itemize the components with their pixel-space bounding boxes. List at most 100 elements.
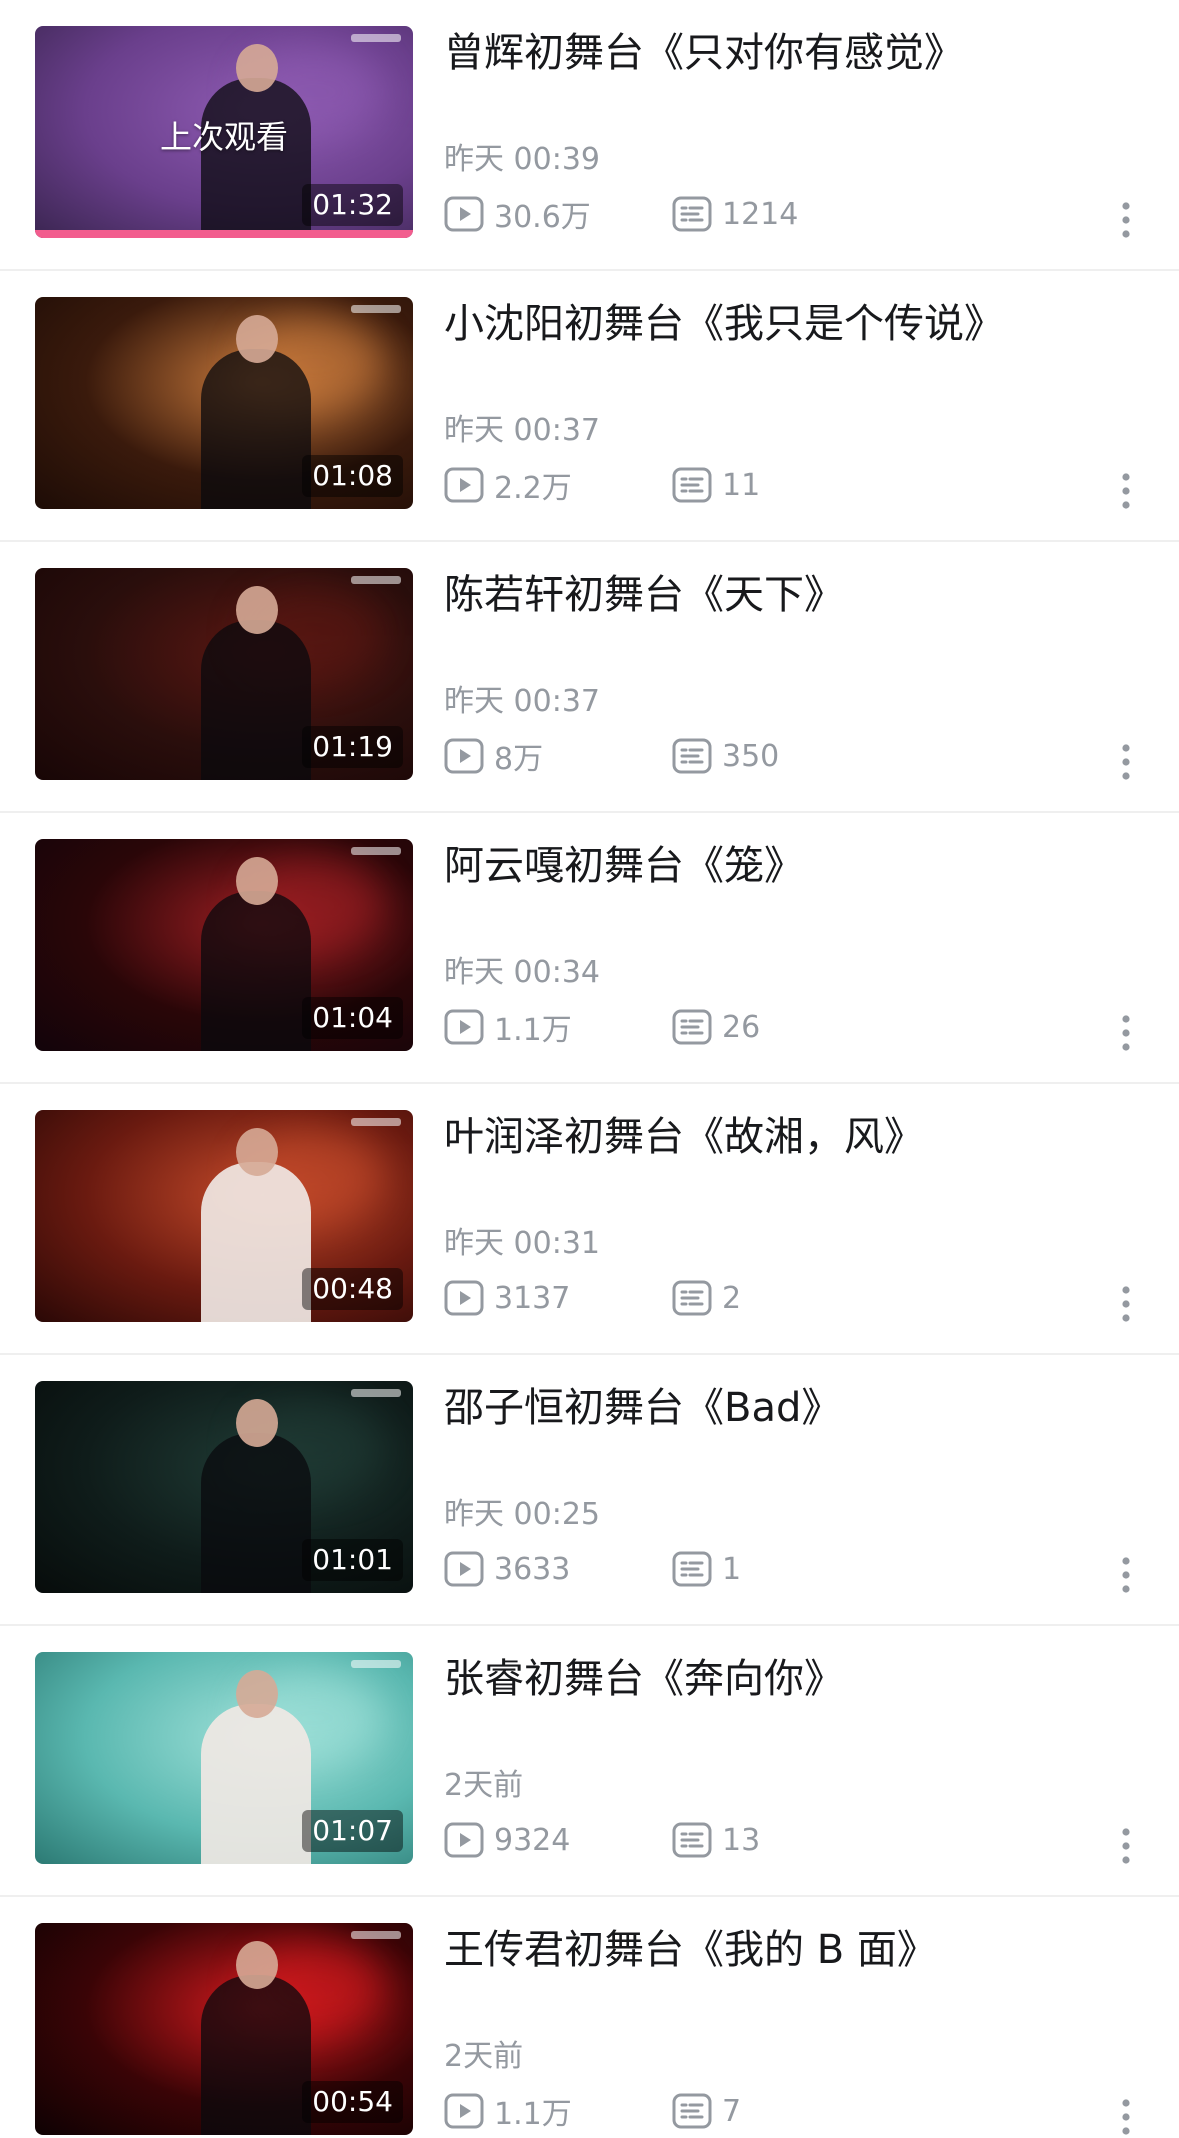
performer-silhouette (201, 315, 312, 509)
video-stats: 3633 1 (444, 1547, 1144, 1591)
comment-count: 26 (672, 1005, 760, 1049)
video-stats: 30.6万 1214 (444, 192, 1144, 236)
more-vertical-icon[interactable] (1114, 1824, 1138, 1868)
more-vertical-icon[interactable] (1114, 198, 1138, 242)
danmaku-comment-icon (672, 196, 722, 232)
video-duration: 00:48 (302, 1268, 403, 1310)
comment-count-value: 7 (722, 2093, 742, 2129)
play-count-icon (444, 2093, 494, 2129)
video-thumbnail[interactable]: 01:32 上次观看 (35, 26, 413, 238)
play-count-icon (444, 1822, 494, 1858)
play-count: 1.1万 (444, 2089, 572, 2133)
more-vertical-icon[interactable] (1114, 2095, 1138, 2138)
video-title[interactable]: 叶润泽初舞台《故湘，风》 (444, 1110, 1144, 1164)
video-duration: 01:19 (302, 726, 403, 768)
video-list-item[interactable]: 01:07 张睿初舞台《奔向你》 2天前 9324 13 (0, 1626, 1179, 1897)
video-stats: 2.2万 11 (444, 463, 1144, 507)
video-thumbnail[interactable]: 00:54 (35, 1923, 413, 2135)
play-count: 3633 (444, 1547, 570, 1591)
comment-count-value: 13 (722, 1822, 761, 1858)
watch-time: 昨天 00:39 (444, 142, 600, 177)
video-title[interactable]: 阿云嘎初舞台《笼》 (444, 839, 1144, 893)
play-count-value: 9324 (494, 1822, 571, 1858)
video-list-item[interactable]: 01:19 陈若轩初舞台《天下》 昨天 00:37 8万 350 (0, 542, 1179, 813)
video-duration: 01:08 (302, 455, 403, 497)
video-list-item[interactable]: 01:08 小沈阳初舞台《我只是个传说》 昨天 00:37 2.2万 11 (0, 271, 1179, 542)
video-thumbnail[interactable]: 00:48 (35, 1110, 413, 1322)
more-vertical-icon[interactable] (1114, 1282, 1138, 1326)
last-watched-label: 上次观看 (159, 118, 288, 156)
channel-watermark (351, 1118, 401, 1126)
video-thumbnail[interactable]: 01:19 (35, 568, 413, 780)
more-vertical-icon[interactable] (1114, 1553, 1138, 1597)
danmaku-comment-icon (672, 1822, 722, 1858)
performer-silhouette (201, 1128, 312, 1322)
play-count-icon (444, 1280, 494, 1316)
play-count-value: 1.1万 (494, 2097, 572, 2132)
more-vertical-icon[interactable] (1114, 740, 1138, 784)
video-list-item[interactable]: 00:48 叶润泽初舞台《故湘，风》 昨天 00:31 3137 2 (0, 1084, 1179, 1355)
comment-count-value: 1 (722, 1551, 742, 1587)
play-count-value: 30.6万 (494, 200, 591, 235)
watch-time: 昨天 00:25 (444, 1497, 600, 1532)
video-duration: 01:32 (302, 184, 403, 226)
more-vertical-icon[interactable] (1114, 469, 1138, 513)
danmaku-comment-icon (672, 2093, 722, 2129)
comment-count-value: 26 (722, 1009, 761, 1045)
video-title[interactable]: 邵子恒初舞台《Bad》 (444, 1381, 1144, 1435)
channel-watermark (351, 576, 401, 584)
danmaku-comment-icon (672, 467, 722, 503)
play-count: 1.1万 (444, 1005, 572, 1049)
danmaku-comment-icon (672, 1551, 722, 1587)
comment-count: 1214 (672, 192, 798, 236)
comment-count-value: 11 (722, 467, 761, 503)
channel-watermark (351, 1389, 401, 1397)
video-stats: 3137 2 (444, 1276, 1144, 1320)
channel-watermark (351, 847, 401, 855)
play-count-icon (444, 467, 494, 503)
channel-watermark (351, 1931, 401, 1939)
video-duration: 01:01 (302, 1539, 403, 1581)
video-duration: 00:54 (302, 2081, 403, 2123)
performer-silhouette (201, 44, 312, 238)
play-count-icon (444, 1009, 494, 1045)
channel-watermark (351, 34, 401, 42)
play-count-icon (444, 196, 494, 232)
watch-time: 2天前 (444, 1768, 524, 1803)
danmaku-comment-icon (672, 1280, 722, 1316)
watch-progress-bar (35, 230, 413, 238)
video-history-list: 01:32 上次观看 曾辉初舞台《只对你有感觉》 昨天 00:39 30.6万 … (0, 0, 1179, 2138)
comment-count: 13 (672, 1818, 760, 1862)
video-thumbnail[interactable]: 01:07 (35, 1652, 413, 1864)
comment-count-value: 1214 (722, 196, 799, 232)
video-title[interactable]: 曾辉初舞台《只对你有感觉》 (444, 26, 1144, 80)
play-count-value: 2.2万 (494, 471, 572, 506)
video-list-item[interactable]: 01:32 上次观看 曾辉初舞台《只对你有感觉》 昨天 00:39 30.6万 … (0, 0, 1179, 271)
play-count-icon (444, 738, 494, 774)
video-title[interactable]: 王传君初舞台《我的 B 面》 (444, 1923, 1144, 1977)
video-list-item[interactable]: 01:04 阿云嘎初舞台《笼》 昨天 00:34 1.1万 26 (0, 813, 1179, 1084)
video-title[interactable]: 小沈阳初舞台《我只是个传说》 (444, 297, 1144, 351)
video-title[interactable]: 张睿初舞台《奔向你》 (444, 1652, 1144, 1706)
video-list-item[interactable]: 01:01 邵子恒初舞台《Bad》 昨天 00:25 3633 1 (0, 1355, 1179, 1626)
video-stats: 1.1万 7 (444, 2089, 1144, 2133)
video-duration: 01:07 (302, 1810, 403, 1852)
comment-count: 350 (672, 734, 779, 778)
comment-count: 11 (672, 463, 760, 507)
channel-watermark (351, 1660, 401, 1668)
play-count-value: 8万 (494, 742, 544, 777)
video-thumbnail[interactable]: 01:04 (35, 839, 413, 1051)
video-title[interactable]: 陈若轩初舞台《天下》 (444, 568, 1144, 622)
watch-time: 2天前 (444, 2039, 524, 2074)
watch-time: 昨天 00:37 (444, 413, 600, 448)
play-count: 2.2万 (444, 463, 572, 507)
play-count-value: 1.1万 (494, 1013, 572, 1048)
performer-silhouette (201, 586, 312, 780)
video-thumbnail[interactable]: 01:08 (35, 297, 413, 509)
watch-time: 昨天 00:37 (444, 684, 600, 719)
play-count-icon (444, 1551, 494, 1587)
video-list-item[interactable]: 00:54 王传君初舞台《我的 B 面》 2天前 1.1万 7 (0, 1897, 1179, 2138)
video-thumbnail[interactable]: 01:01 (35, 1381, 413, 1593)
comment-count: 2 (672, 1276, 741, 1320)
more-vertical-icon[interactable] (1114, 1011, 1138, 1055)
